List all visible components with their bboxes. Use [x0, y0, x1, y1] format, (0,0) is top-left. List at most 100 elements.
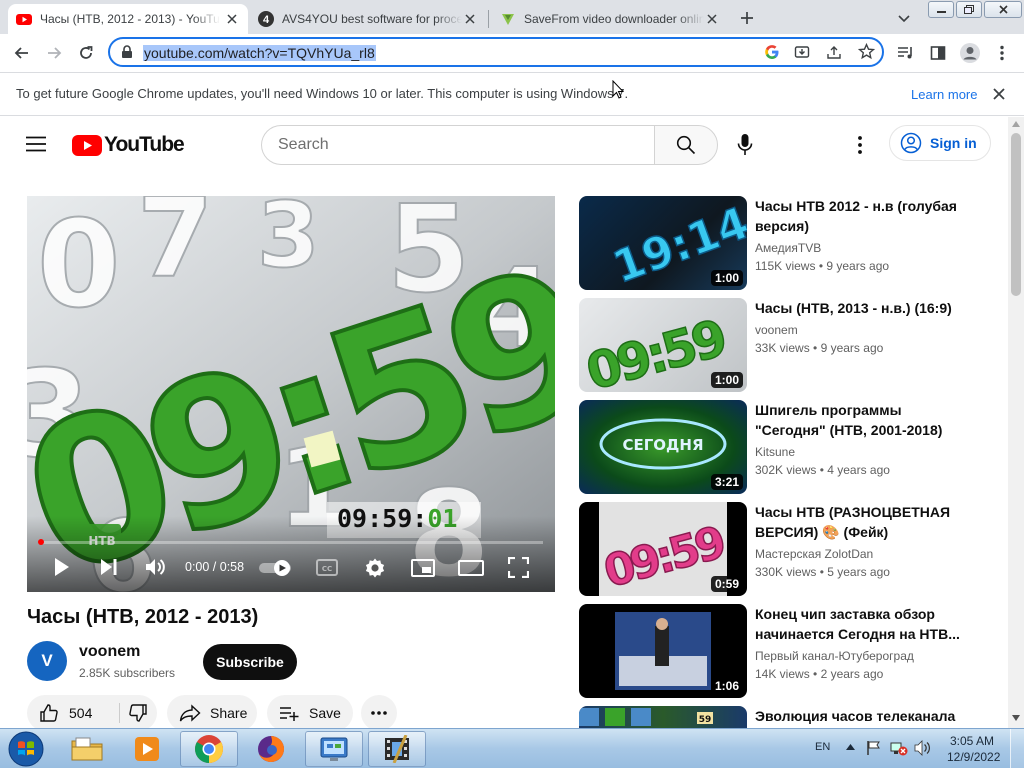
recommendation-item[interactable]: 59 Эволюция часов телеканала	[579, 706, 999, 728]
volume-tray-icon[interactable]	[914, 740, 932, 756]
recommendation-title[interactable]: Эволюция часов телеканала	[755, 706, 975, 726]
theater-mode-icon[interactable]	[458, 560, 484, 576]
channel-name[interactable]: voonem	[79, 643, 140, 661]
tab-search-chevron-icon[interactable]	[896, 10, 912, 26]
like-button[interactable]: 504	[27, 695, 92, 731]
tab-title: Часы (НТВ, 2012 - 2013) - YouTube	[40, 12, 220, 26]
recommendation-thumbnail[interactable]: 19:14 1:00	[579, 196, 747, 290]
more-actions-button[interactable]	[361, 695, 397, 731]
recommendation-item[interactable]: 19:14 1:00 Часы НТВ 2012 - н.в (голубая …	[579, 196, 999, 290]
url-text[interactable]: youtube.com/watch?v=TQVhYUa_rl8	[143, 45, 376, 61]
hamburger-menu-icon[interactable]	[26, 136, 46, 152]
recommendation-title[interactable]: Часы НТВ (РАЗНОЦВЕТНАЯ ВЕРСИЯ) 🎨 (Фейк)	[755, 502, 975, 542]
network-error-icon[interactable]	[890, 740, 908, 756]
bookmark-star-icon[interactable]	[858, 43, 875, 60]
recommendation-channel[interactable]: voonem	[755, 323, 798, 337]
forward-arrow-icon[interactable]	[40, 39, 68, 67]
search-input[interactable]: Search	[261, 125, 655, 165]
taskbar-media-player[interactable]	[118, 731, 176, 767]
sign-in-button[interactable]: Sign in	[889, 125, 991, 161]
recommendation-channel[interactable]: АмедияTVB	[755, 241, 821, 255]
recommendation-channel[interactable]: Первый канал-Ютубероград	[755, 649, 914, 663]
language-indicator[interactable]: EN	[815, 741, 830, 753]
more-options-icon[interactable]	[857, 136, 863, 154]
tab-savefrom[interactable]: SaveFrom video downloader online	[492, 4, 728, 34]
scroll-up-arrow-icon[interactable]	[1012, 121, 1020, 127]
next-video-icon[interactable]	[99, 558, 119, 576]
recommendation-title[interactable]: Часы (НТВ, 2013 - н.в.) (16:9)	[755, 298, 975, 318]
reload-icon[interactable]	[72, 39, 100, 67]
taskbar-chrome[interactable]	[180, 731, 238, 767]
side-panel-icon[interactable]	[924, 39, 952, 67]
back-arrow-icon[interactable]	[8, 39, 36, 67]
dislike-button[interactable]	[119, 695, 157, 731]
youtube-favicon-icon	[16, 14, 32, 25]
recommendation-item[interactable]: 09:59 0:59 Часы НТВ (РАЗНОЦВЕТНАЯ ВЕРСИЯ…	[579, 502, 999, 596]
profile-avatar-icon[interactable]	[956, 39, 984, 67]
taskbar-movie-maker[interactable]	[368, 731, 426, 767]
recommendation-thumbnail[interactable]: СЕГОДНЯ 3:21	[579, 400, 747, 494]
recommendation-channel[interactable]: Kitsune	[755, 445, 795, 459]
share-page-icon[interactable]	[826, 44, 842, 60]
clock-date[interactable]: 12/9/2022	[947, 750, 1000, 764]
infobar-message: To get future Google Chrome updates, you…	[16, 86, 629, 101]
close-infobar-icon[interactable]	[992, 87, 1006, 101]
action-center-flag-icon[interactable]	[866, 740, 882, 756]
show-desktop-button[interactable]	[1010, 729, 1024, 769]
channel-avatar[interactable]: V	[27, 641, 67, 681]
close-tab-icon[interactable]	[462, 11, 478, 27]
install-app-icon[interactable]	[794, 44, 810, 60]
taskbar-firefox[interactable]	[242, 731, 300, 767]
volume-icon[interactable]	[145, 557, 167, 577]
progress-bar[interactable]	[39, 541, 543, 544]
recommendation-thumbnail[interactable]: 1:06	[579, 604, 747, 698]
close-tab-icon[interactable]	[224, 11, 240, 27]
fullscreen-icon[interactable]	[508, 557, 529, 578]
miniplayer-icon[interactable]	[411, 559, 435, 577]
save-button[interactable]: Save	[267, 695, 353, 731]
recommendation-title[interactable]: Шпигель программы "Сегодня" (НТВ, 2001-2…	[755, 400, 975, 440]
media-player-icon	[135, 737, 159, 761]
google-lens-icon[interactable]	[764, 44, 780, 60]
start-button[interactable]	[4, 729, 48, 769]
search-button[interactable]	[654, 125, 718, 165]
learn-more-link[interactable]: Learn more	[911, 87, 977, 102]
chrome-menu-icon[interactable]	[988, 39, 1016, 67]
microphone-icon[interactable]	[737, 133, 753, 157]
scrollbar-thumb[interactable]	[1011, 133, 1021, 296]
autoplay-toggle[interactable]	[258, 559, 294, 577]
progress-scrubber[interactable]	[38, 539, 44, 545]
recommendation-title[interactable]: Конец чип заставка обзор начинается Сего…	[755, 604, 975, 644]
lock-icon[interactable]	[121, 45, 133, 59]
address-bar[interactable]: youtube.com/watch?v=TQVhYUa_rl8	[108, 37, 884, 67]
close-window-button[interactable]	[984, 1, 1022, 18]
recommendation-item[interactable]: СЕГОДНЯ 3:21 Шпигель программы "Сегодня"…	[579, 400, 999, 494]
taskbar-control-panel[interactable]	[305, 731, 363, 767]
subscribe-button[interactable]: Subscribe	[203, 644, 297, 680]
subtitles-icon[interactable]: CC	[316, 559, 338, 576]
new-tab-icon[interactable]	[737, 8, 757, 28]
tab-avs4you[interactable]: 4 AVS4YOU best software for processing	[250, 4, 486, 34]
media-queue-icon[interactable]	[892, 39, 920, 67]
minimize-button[interactable]	[928, 1, 954, 18]
settings-gear-icon[interactable]	[364, 557, 386, 579]
close-tab-icon[interactable]	[704, 11, 720, 27]
recommendation-thumbnail[interactable]: 09:59 0:59	[579, 502, 747, 596]
play-icon[interactable]	[53, 555, 71, 579]
recommendation-thumbnail[interactable]: 09:59 1:00	[579, 298, 747, 392]
recommendation-item[interactable]: 1:06 Конец чип заставка обзор начинается…	[579, 604, 999, 698]
restore-button[interactable]	[956, 1, 982, 18]
recommendation-thumbnail[interactable]: 59	[579, 706, 747, 728]
recommendation-item[interactable]: 09:59 1:00 Часы (НТВ, 2013 - н.в.) (16:9…	[579, 298, 999, 392]
tab-youtube[interactable]: Часы (НТВ, 2012 - 2013) - YouTube	[8, 4, 248, 34]
recommendation-title[interactable]: Часы НТВ 2012 - н.в (голубая версия)	[755, 196, 975, 236]
scroll-down-arrow-icon[interactable]	[1012, 715, 1020, 721]
share-button[interactable]: Share	[167, 695, 257, 731]
video-player[interactable]: 0 7 3 5 4 3 1 8 6 09:59 09:59:01 НТВ	[27, 196, 555, 592]
save-playlist-icon	[280, 707, 299, 721]
youtube-logo[interactable]: YouTube	[72, 133, 185, 157]
recommendation-channel[interactable]: Мастерская ZolotDan	[755, 547, 873, 561]
clock-time[interactable]: 3:05 AM	[950, 734, 994, 748]
taskbar-explorer[interactable]	[58, 731, 116, 767]
show-hidden-icons-icon[interactable]	[846, 743, 855, 750]
